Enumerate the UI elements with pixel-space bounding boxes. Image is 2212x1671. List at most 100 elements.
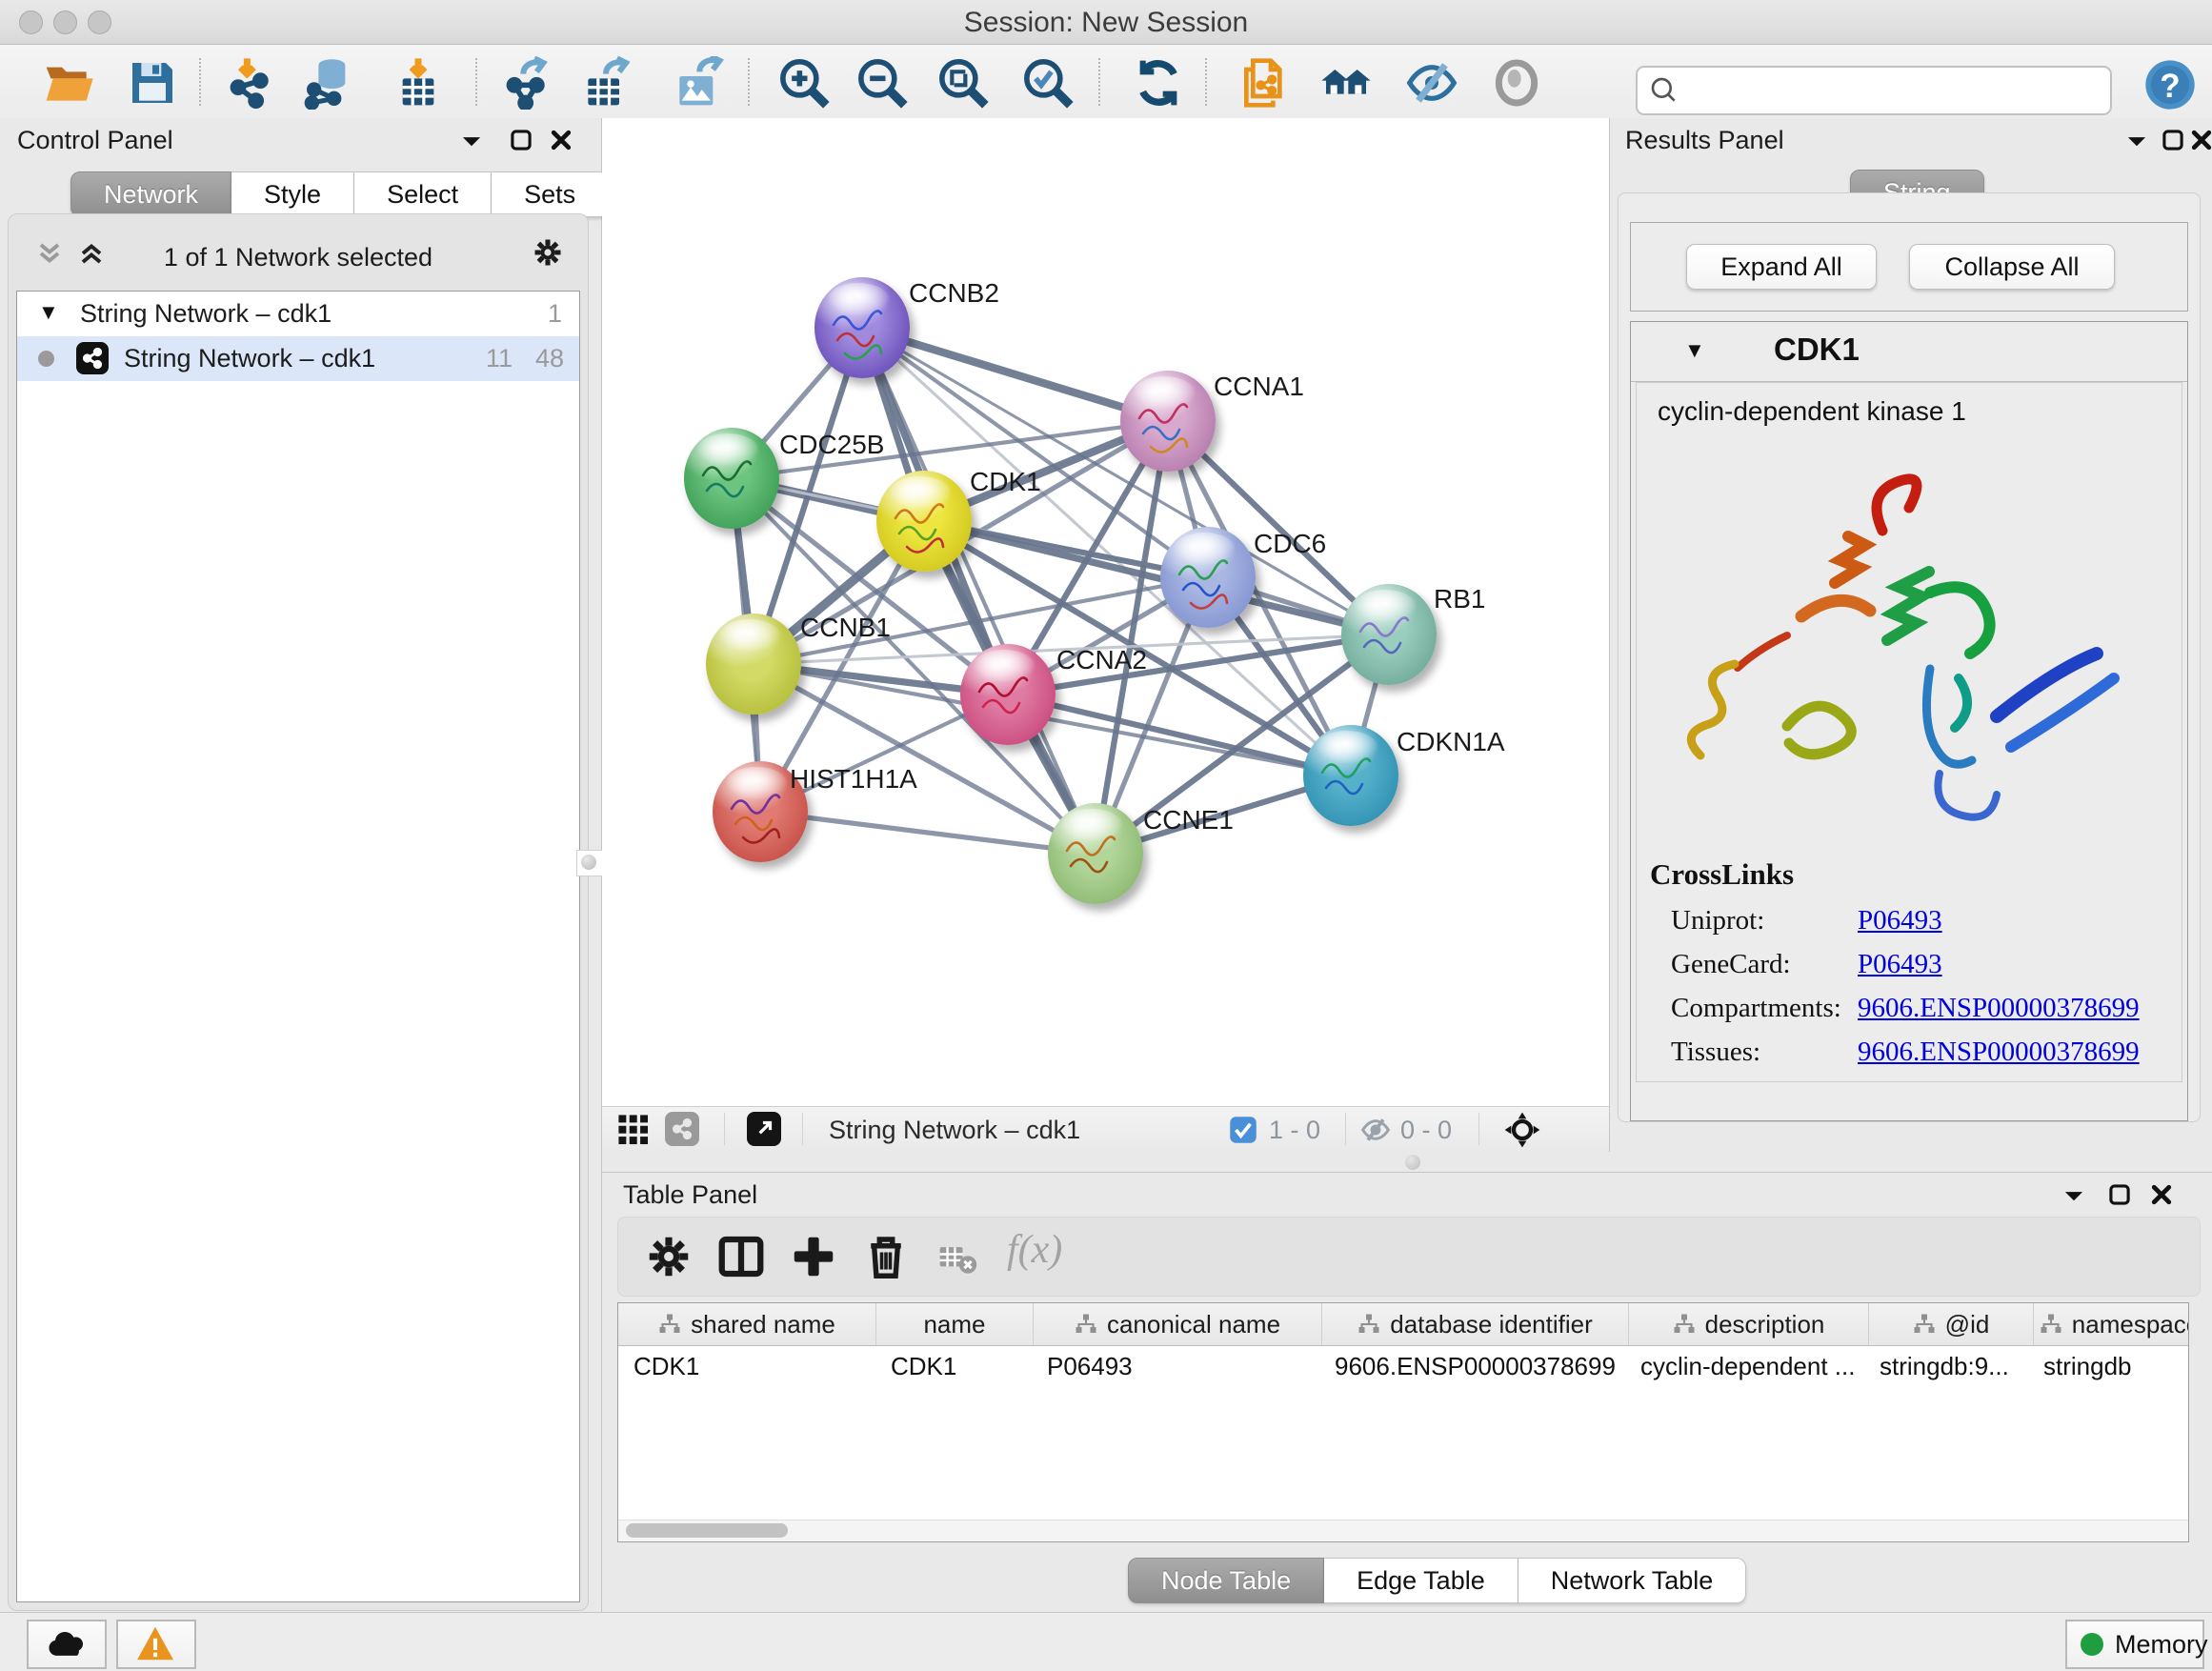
column-header[interactable]: @id <box>1869 1303 2034 1345</box>
collapse-all-button[interactable]: Collapse All <box>1909 244 2115 290</box>
zoom-in-icon[interactable] <box>777 56 831 110</box>
network-node-RB1[interactable] <box>1341 584 1437 685</box>
hidden-eye-icon[interactable] <box>1360 1115 1391 1150</box>
delete-column-trash-icon[interactable] <box>860 1231 912 1282</box>
entry-collapse-icon[interactable]: ▼ <box>1684 338 1705 363</box>
column-header[interactable]: description <box>1629 1303 1869 1345</box>
node-label: CCNA2 <box>1056 645 1147 675</box>
column-header[interactable]: namespace <box>2034 1303 2189 1345</box>
table-cell[interactable]: P06493 <box>1032 1346 1319 1386</box>
network-node-CCNA2[interactable] <box>960 644 1056 745</box>
network-canvas[interactable]: CCNB2CCNA1CDC25BCDK1CDC6RB1CCNB1CCNA2CDK… <box>602 118 1610 1106</box>
network-node-CCNE1[interactable] <box>1048 803 1143 904</box>
search-input[interactable] <box>1691 71 2095 108</box>
zoom-selected-icon[interactable] <box>1021 56 1075 110</box>
network-options-gear-icon[interactable] <box>531 235 565 274</box>
network-node-CCNB2[interactable] <box>814 277 910 378</box>
create-column-plus-icon[interactable] <box>788 1231 839 1282</box>
fit-content-crosshair-icon[interactable] <box>1503 1111 1541 1154</box>
first-neighbors-icon[interactable] <box>1319 56 1373 110</box>
network-collection-row[interactable]: ▼ String Network – cdk1 1 <box>17 292 579 336</box>
column-type-icon <box>1357 1313 1380 1336</box>
table-cell[interactable]: stringdb:9... <box>1864 1346 2028 1386</box>
left-splitter-handle[interactable] <box>576 850 603 876</box>
selected-checkbox-icon[interactable] <box>1229 1116 1257 1149</box>
import-table-icon[interactable] <box>392 56 445 110</box>
table-cell[interactable]: cyclin-dependent ... <box>1625 1346 1864 1386</box>
export-image-icon[interactable] <box>671 56 724 110</box>
panel-menu-icon[interactable] <box>459 131 484 155</box>
crosslink-label: Uniprot: <box>1671 905 1764 936</box>
memory-button[interactable]: Memory <box>2065 1620 2204 1669</box>
network-node-CDC6[interactable] <box>1160 527 1256 628</box>
tab-style[interactable]: Style <box>231 171 354 217</box>
copy-document-icon[interactable] <box>1237 56 1291 110</box>
entry-header[interactable]: ▼ CDK1 <box>1631 322 2187 382</box>
zoom-out-icon[interactable] <box>855 56 909 110</box>
column-header[interactable]: name <box>876 1303 1034 1345</box>
zoom-fit-icon[interactable] <box>936 56 990 110</box>
float-panel-icon[interactable] <box>509 128 533 157</box>
network-node-CCNB1[interactable] <box>706 614 801 715</box>
table-panel: Table Panel f(x) shared namenamecanonica… <box>602 1172 2212 1613</box>
hide-selected-icon[interactable] <box>1405 56 1458 110</box>
crosslink-link[interactable]: 9606.ENSP00000378699 <box>1858 1037 2140 1068</box>
column-header[interactable]: canonical name <box>1034 1303 1322 1345</box>
string-network-icon[interactable] <box>665 1112 699 1146</box>
expand-all-button[interactable]: Expand All <box>1686 244 1877 290</box>
crosslink-link[interactable]: P06493 <box>1858 905 1942 936</box>
network-node-CCNA1[interactable] <box>1120 371 1216 472</box>
open-folder-icon[interactable] <box>42 56 95 110</box>
show-columns-icon[interactable] <box>715 1231 767 1282</box>
network-row-selected[interactable]: String Network – cdk1 11 48 <box>17 336 579 381</box>
panel-menu-icon[interactable] <box>2061 1186 2086 1210</box>
export-network-icon[interactable] <box>501 56 554 110</box>
collection-expand-icon[interactable]: ▼ <box>38 300 59 325</box>
import-network-database-icon[interactable] <box>303 56 356 110</box>
table-cell[interactable]: 9606.ENSP00000378699 <box>1319 1346 1625 1386</box>
cloud-status-button[interactable] <box>27 1620 107 1669</box>
close-panel-icon[interactable] <box>2149 1182 2174 1212</box>
tab-sets[interactable]: Sets <box>492 171 609 217</box>
table-hscrollbar[interactable] <box>618 1520 2188 1541</box>
tab-edge-table[interactable]: Edge Table <box>1324 1558 1518 1603</box>
table-row[interactable]: CDK1CDK1P064939606.ENSP00000378699cyclin… <box>618 1346 2188 1386</box>
table-cell[interactable]: CDK1 <box>618 1346 875 1386</box>
node-gloss <box>974 650 1035 682</box>
control-panel-tabs: Network Style Select Sets <box>70 171 609 217</box>
network-node-CDC25B[interactable] <box>684 428 779 529</box>
float-panel-icon[interactable] <box>2161 128 2185 157</box>
import-network-file-icon[interactable] <box>225 56 278 110</box>
crosslink-link[interactable]: P06493 <box>1858 1080 1942 1082</box>
open-in-new-window-icon[interactable] <box>747 1112 781 1146</box>
table-cell[interactable]: CDK1 <box>875 1346 1032 1386</box>
save-session-icon[interactable] <box>126 56 179 110</box>
network-node-CDK1[interactable] <box>876 471 972 572</box>
tab-network[interactable]: Network <box>70 171 231 217</box>
close-panel-icon[interactable] <box>549 128 573 157</box>
table-hscroll-thumb[interactable] <box>626 1523 788 1538</box>
delete-table-icon[interactable] <box>936 1238 988 1290</box>
table-settings-gear-icon[interactable] <box>643 1231 694 1282</box>
network-node-CDKN1A[interactable] <box>1303 725 1398 826</box>
warning-status-button[interactable] <box>116 1620 196 1669</box>
refresh-icon[interactable] <box>1132 56 1185 110</box>
float-panel-icon[interactable] <box>2107 1182 2132 1212</box>
tab-node-table[interactable]: Node Table <box>1128 1558 1324 1603</box>
function-builder-icon[interactable]: f(x) <box>1007 1227 1112 1278</box>
bottom-splitter-handle[interactable] <box>1405 1155 1420 1170</box>
crosslink-link[interactable]: 9606.ENSP00000378699 <box>1858 993 2140 1024</box>
tab-network-table[interactable]: Network Table <box>1518 1558 1747 1603</box>
close-panel-icon[interactable] <box>2189 128 2212 157</box>
column-header[interactable]: database identifier <box>1322 1303 1629 1345</box>
table-cell[interactable]: stringdb <box>2028 1346 2189 1386</box>
help-icon[interactable]: ? <box>2143 58 2197 111</box>
column-header[interactable]: shared name <box>618 1303 876 1345</box>
birds-eye-grid-icon[interactable] <box>617 1114 650 1151</box>
tab-select[interactable]: Select <box>354 171 492 217</box>
crosslink-link[interactable]: P06493 <box>1858 949 1942 980</box>
panel-menu-icon[interactable] <box>2124 131 2149 155</box>
show-all-icon[interactable] <box>1490 56 1543 110</box>
export-table-icon[interactable] <box>579 56 633 110</box>
network-edge[interactable] <box>760 812 1096 854</box>
